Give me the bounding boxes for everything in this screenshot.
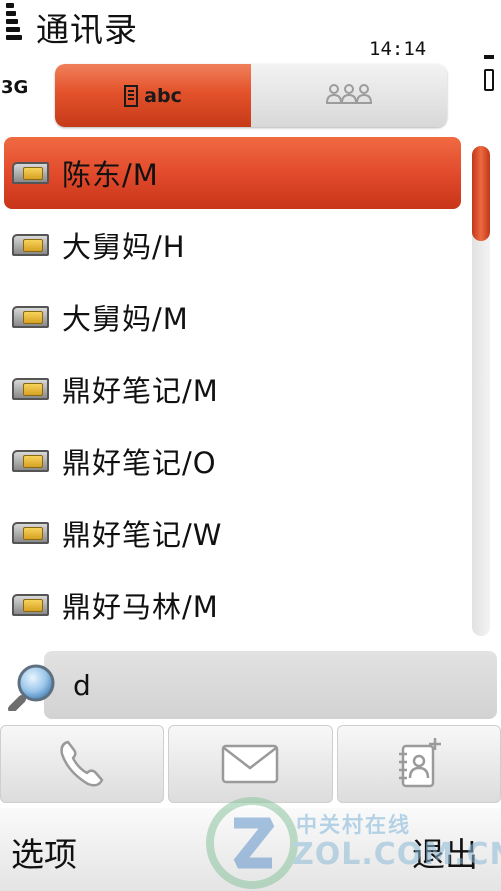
contact-item[interactable]: 鼎好笔记/M [0,353,466,425]
contact-name: 鼎好笔记/O [62,446,217,480]
phone-icon [60,740,104,787]
action-bar [0,725,501,803]
contact-name: 鼎好笔记/M [62,374,219,408]
add-contact-icon [398,738,441,788]
contact-item[interactable]: 鼎好笔记/W [0,497,466,569]
contact-list: 陈东/M 大舅妈/H 大舅妈/M 鼎好笔记/M 鼎好笔记/O 鼎好笔记/W 鼎好… [0,137,466,641]
tab-alphabetical[interactable]: abc [55,64,251,127]
network-indicator: 3G [1,77,29,98]
sim-card-icon [12,522,49,544]
search-bar: d [0,649,501,719]
sim-card-icon [12,594,49,616]
exit-softkey[interactable]: 退出 [412,828,478,876]
contact-name: 陈东/M [62,158,159,192]
app-title: 通讯录 [36,10,138,49]
envelope-icon [222,744,279,784]
contact-item[interactable]: 大舅妈/H [0,209,466,281]
search-input[interactable]: d [44,651,497,719]
contact-name: 大舅妈/M [62,302,189,336]
contact-name: 鼎好笔记/W [62,518,223,552]
sim-card-icon [12,234,49,256]
message-button[interactable] [168,725,333,803]
list-icon [124,84,139,107]
scrollbar-thumb[interactable] [472,146,490,241]
signal-strength-icon [6,3,22,40]
sim-card-icon [12,378,49,400]
group-icon [325,83,373,104]
contact-item[interactable]: 鼎好马林/M [0,569,466,641]
battery-icon [482,55,496,91]
sim-card-icon [12,306,49,328]
clock: 14:14 [369,38,427,60]
tab-groups[interactable] [251,64,447,127]
sim-card-icon [12,450,49,472]
sim-card-icon [12,162,49,184]
tab-alphabetical-label: abc [144,84,182,107]
options-softkey[interactable]: 选项 [11,828,77,876]
contact-item[interactable]: 大舅妈/M [0,281,466,353]
view-switch-tabs: abc [55,64,447,127]
magnifier-icon [8,664,55,711]
contact-item[interactable]: 陈东/M [4,137,461,209]
contact-name: 大舅妈/H [62,230,186,264]
add-contact-button[interactable] [336,725,501,803]
softkey-bar: 选项 退出 [0,808,501,891]
call-button[interactable] [0,725,165,803]
list-scrollbar[interactable] [472,146,490,636]
contact-name: 鼎好马林/M [62,590,219,624]
contact-item[interactable]: 鼎好笔记/O [0,425,466,497]
